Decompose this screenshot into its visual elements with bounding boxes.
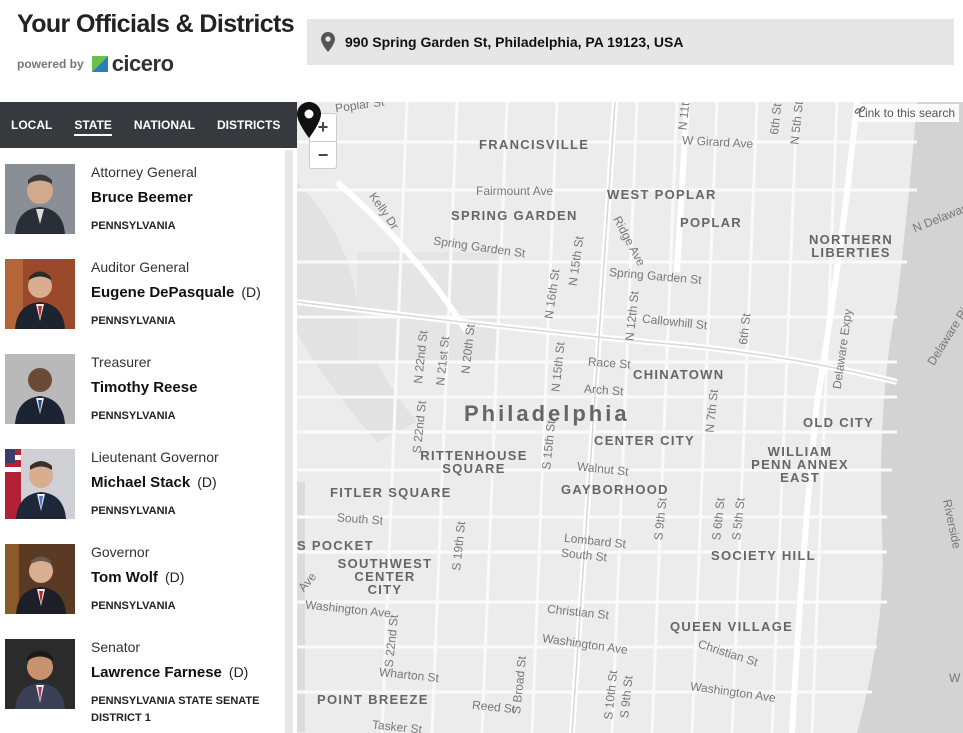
- level-tabs: LOCAL STATE NATIONAL DISTRICTS: [0, 102, 297, 148]
- map-label-neighborhood: CENTER CITY: [594, 433, 695, 448]
- official-card[interactable]: Governor Tom Wolf (D) PENNSYLVANIA: [0, 528, 282, 618]
- official-district: PENNSYLVANIA: [91, 505, 176, 517]
- official-district: PENNSYLVANIA STATE SENATE DISTRICT 1: [91, 695, 260, 724]
- official-district: PENNSYLVANIA: [91, 600, 176, 612]
- map-label-neighborhood: SOCIETY HILL: [711, 548, 816, 563]
- official-card[interactable]: Lieutenant Governor Michael Stack (D) PE…: [0, 433, 282, 523]
- official-office: Attorney General: [91, 164, 197, 180]
- official-name-row: Bruce Beemer: [91, 189, 200, 206]
- official-party: (D): [241, 284, 261, 300]
- official-name[interactable]: Timothy Reese: [91, 379, 197, 396]
- official-name[interactable]: Michael Stack: [91, 474, 190, 491]
- official-party: (D): [164, 569, 185, 585]
- official-district: PENNSYLVANIA: [91, 315, 176, 327]
- official-photo: [5, 639, 75, 709]
- official-party: (D): [228, 664, 249, 680]
- officials-list: Attorney General Bruce Beemer PENNSYLVAN…: [0, 148, 297, 733]
- official-office: Governor: [91, 544, 150, 560]
- officials-scrollbar[interactable]: [285, 150, 293, 733]
- tab-state[interactable]: STATE: [63, 102, 123, 148]
- official-office: Senator: [91, 639, 141, 655]
- map-label-street: Race St: [587, 354, 632, 372]
- official-name[interactable]: Bruce Beemer: [91, 189, 193, 206]
- map-label-neighborhood: SOUTHWEST CENTER CITY: [337, 556, 433, 597]
- official-photo: [5, 259, 75, 329]
- tab-local[interactable]: LOCAL: [0, 102, 63, 148]
- map-label-neighborhood: RITTENHOUSE SQUARE: [420, 448, 528, 476]
- map-label-street: Arch St: [583, 381, 624, 399]
- official-office: Auditor General: [91, 259, 190, 275]
- official-name[interactable]: Lawrence Farnese: [91, 664, 222, 681]
- map-label-neighborhood: FITLER SQUARE: [330, 485, 452, 500]
- official-photo: [5, 354, 75, 424]
- powered-by-label: powered by: [17, 57, 84, 71]
- link-icon: [854, 106, 866, 114]
- location-pin-icon: [321, 32, 335, 52]
- map-label-neighborhood: CHINATOWN: [633, 367, 725, 382]
- page-title: Your Officials & Districts: [17, 10, 295, 38]
- map-label-neighborhood: SPRING GARDEN: [451, 208, 578, 223]
- official-name-row: Timothy Reese: [91, 379, 204, 396]
- address-search-field[interactable]: 990 Spring Garden St, Philadelphia, PA 1…: [307, 19, 954, 65]
- official-card[interactable]: Treasurer Timothy Reese PENNSYLVANIA: [0, 338, 282, 428]
- official-photo: [5, 449, 75, 519]
- map-label-street: Fairmount Ave: [476, 184, 554, 198]
- official-name-row: Eugene DePasquale (D): [91, 284, 261, 301]
- map-label-neighborhood: WILLIAM PENN ANNEX EAST: [751, 444, 849, 485]
- official-party: (D): [197, 474, 217, 490]
- official-name[interactable]: Tom Wolf: [91, 569, 158, 586]
- address-value: 990 Spring Garden St, Philadelphia, PA 1…: [345, 34, 684, 50]
- map-label-neighborhood: FRANCISVILLE: [479, 137, 590, 152]
- location-marker-icon[interactable]: [297, 102, 321, 138]
- official-card[interactable]: Auditor General Eugene DePasquale (D) PE…: [0, 243, 282, 333]
- official-photo: [5, 164, 75, 234]
- official-district: PENNSYLVANIA: [91, 410, 176, 422]
- map-label-neighborhood: QUEEN VILLAGE: [670, 619, 794, 634]
- official-office: Lieutenant Governor: [91, 449, 219, 465]
- official-district: PENNSYLVANIA: [91, 220, 176, 232]
- cicero-logo[interactable]: cicero: [91, 51, 174, 76]
- official-card[interactable]: Senator Lawrence Farnese (D) PENNSYLVANI…: [0, 623, 282, 733]
- cicero-logo-icon: [91, 56, 108, 72]
- map-label-neighborhood: OLD CITY: [803, 415, 875, 430]
- map-label-neighborhood: S POCKET: [297, 538, 374, 553]
- tab-districts[interactable]: DISTRICTS: [206, 102, 291, 148]
- official-office: Treasurer: [91, 354, 152, 370]
- header: Your Officials & Districts powered by ci…: [0, 0, 963, 102]
- map-label-neighborhood: GAYBORHOOD: [561, 482, 669, 497]
- official-card[interactable]: Attorney General Bruce Beemer PENNSYLVAN…: [0, 148, 282, 238]
- map-label-neighborhood: POPLAR: [680, 215, 742, 230]
- map-label-neighborhood: WEST POPLAR: [607, 187, 717, 202]
- link-to-search-label: Link to this search: [858, 106, 955, 120]
- cicero-wordmark: cicero: [111, 51, 174, 76]
- official-name-row: Lawrence Farnese (D): [91, 664, 248, 681]
- zoom-out-button[interactable]: −: [310, 142, 336, 169]
- map-label-street: W: [949, 671, 961, 685]
- link-to-search[interactable]: Link to this search: [854, 104, 959, 122]
- official-name-row: Michael Stack (D): [91, 474, 217, 491]
- official-name-row: Tom Wolf (D): [91, 569, 184, 586]
- powered-by: powered by cicero: [17, 51, 174, 76]
- map-label-neighborhood: NORTHERN LIBERTIES: [808, 232, 894, 260]
- tab-national[interactable]: NATIONAL: [123, 102, 206, 148]
- official-photo: [5, 544, 75, 614]
- map-label-neighborhood: POINT BREEZE: [317, 692, 429, 707]
- official-name[interactable]: Eugene DePasquale: [91, 284, 234, 301]
- map[interactable]: FRANCISVILLE WEST POPLAR SPRING GARDEN P…: [297, 102, 963, 733]
